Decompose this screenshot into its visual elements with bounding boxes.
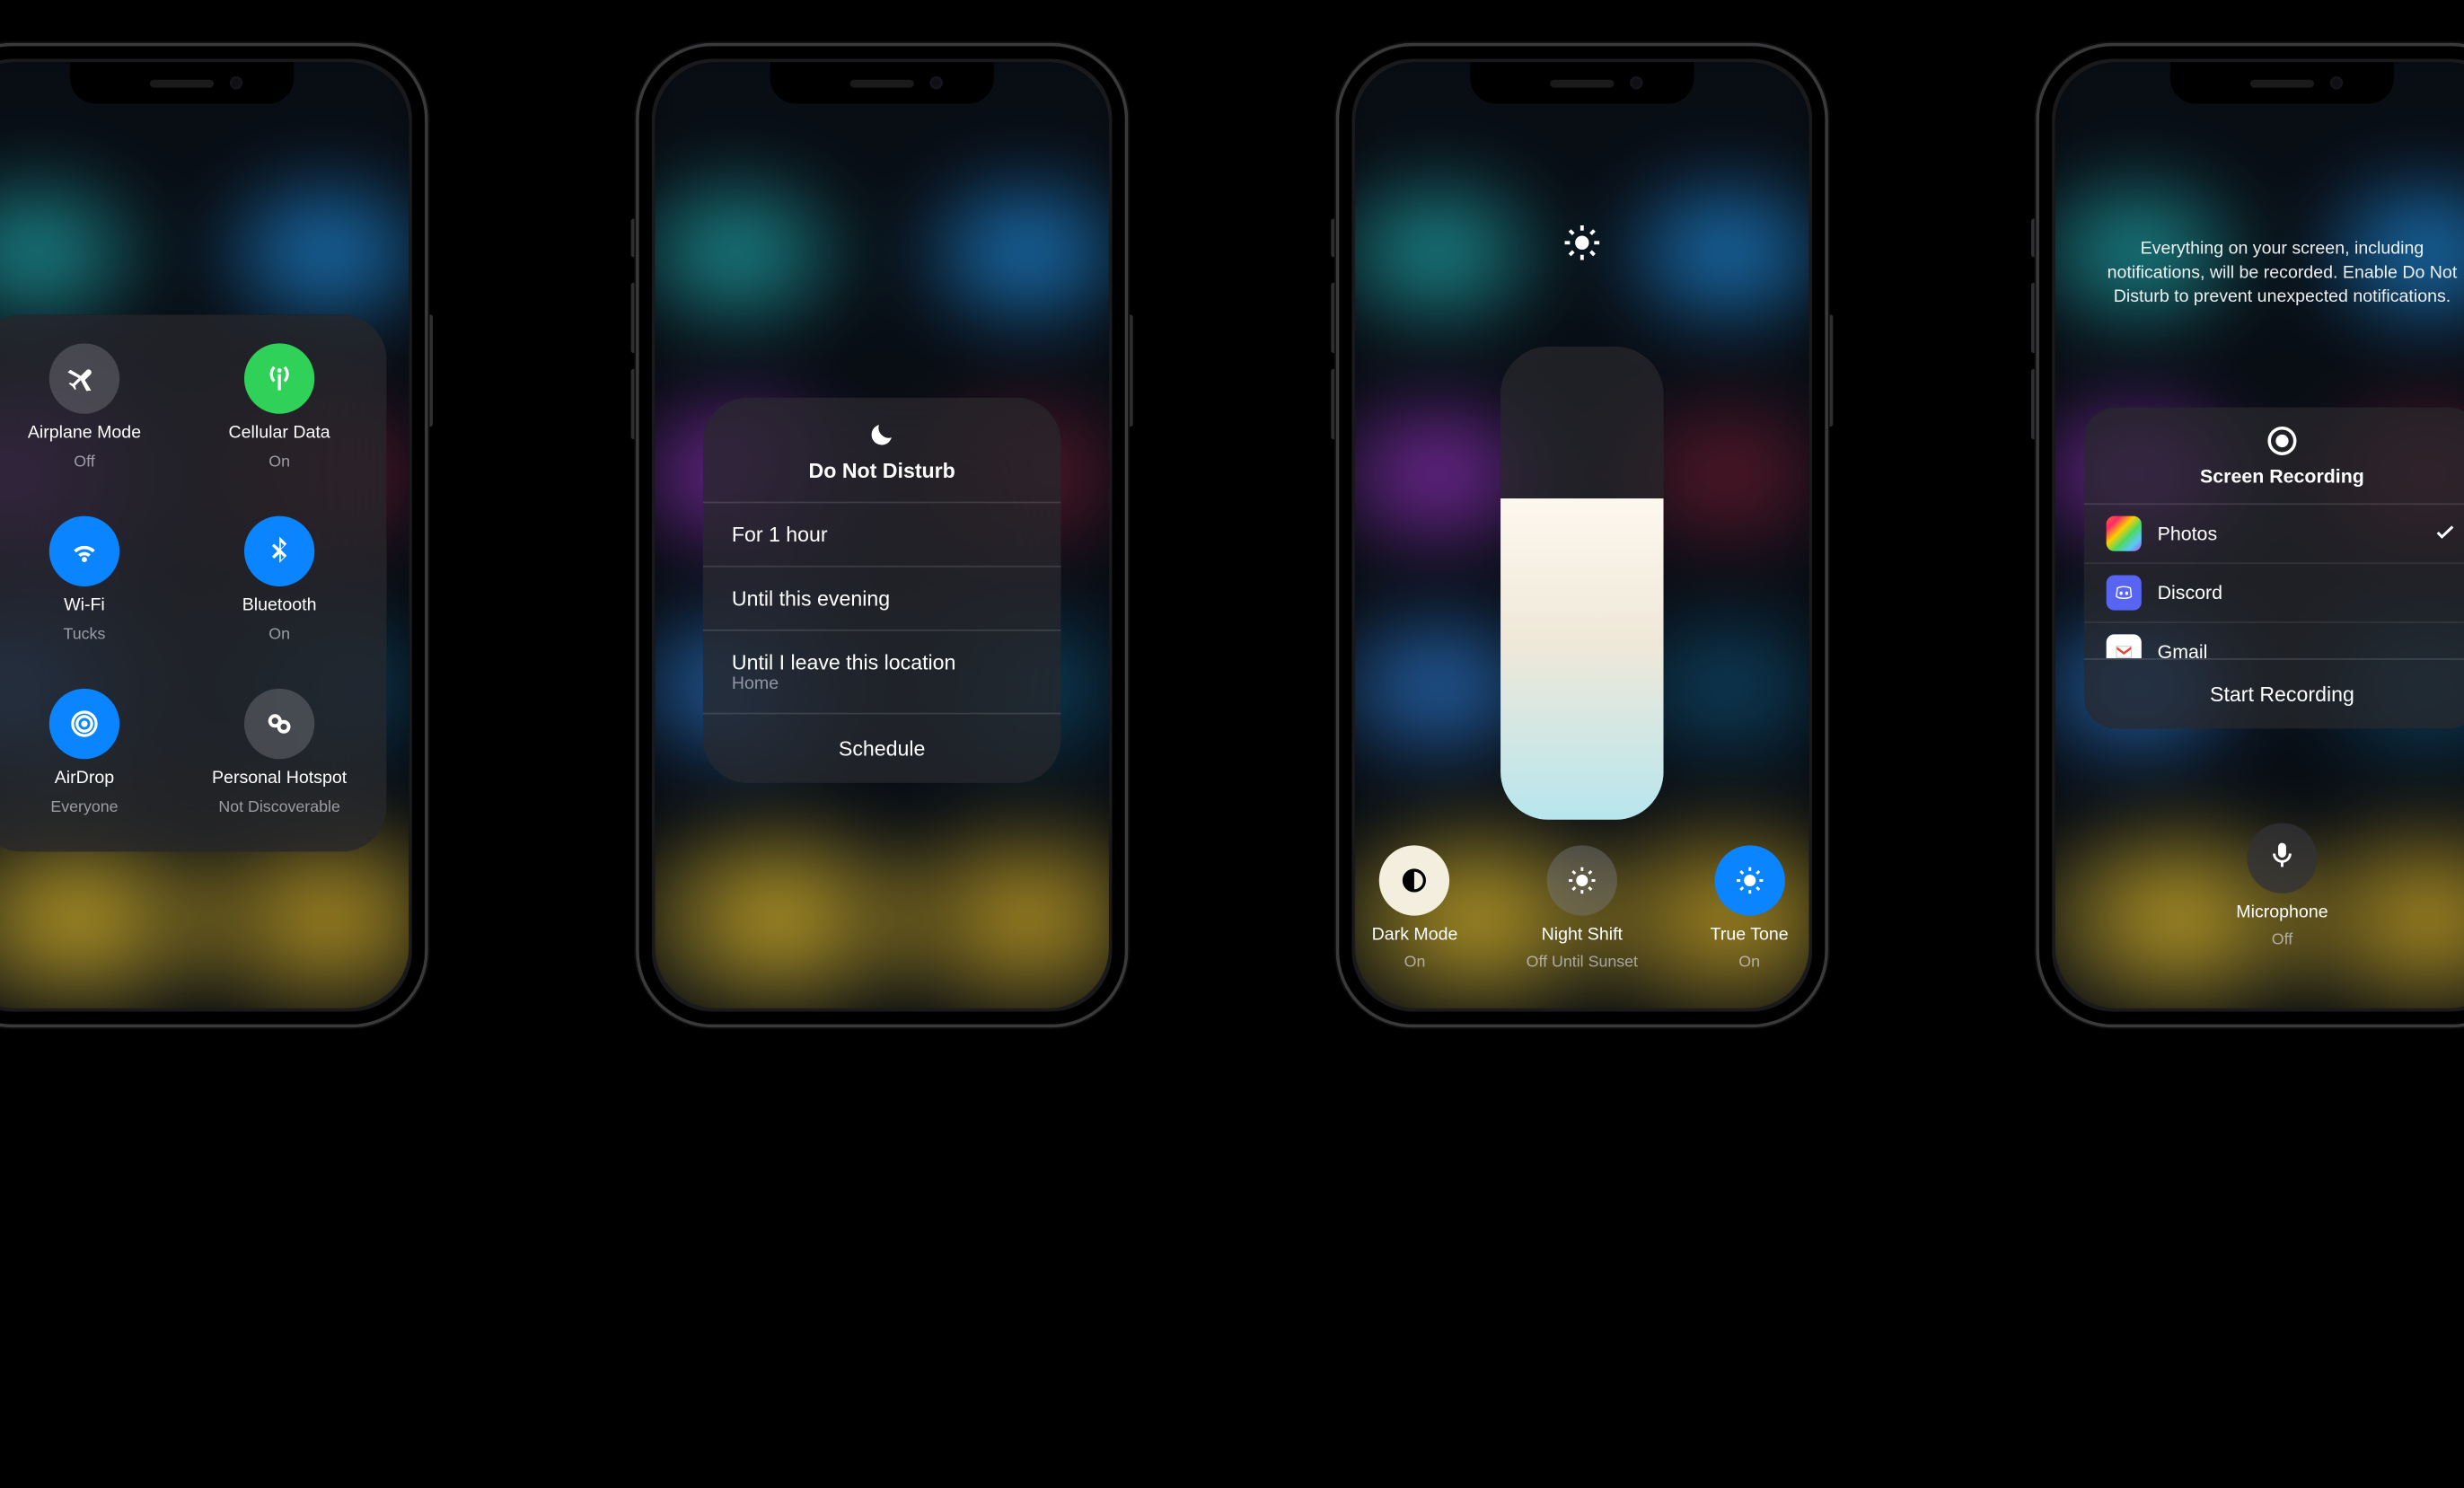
wifi-icon	[49, 516, 119, 586]
hotspot-status: Not Discoverable	[218, 798, 340, 816]
dnd-title: Do Not Disturb	[809, 459, 955, 483]
bluetooth-label: Bluetooth	[242, 596, 317, 617]
phone-connectivity: Airplane Mode Off Cellular Data On	[0, 43, 428, 1027]
phone-brightness: Dark Mode On Night Shift Off Until Sunse…	[1336, 43, 1828, 1027]
wifi-toggle[interactable]: Wi-Fi Tucks	[0, 510, 182, 664]
true-tone-label: True Tone	[1711, 925, 1789, 944]
dark-mode-toggle[interactable]: Dark Mode On	[1355, 845, 1474, 972]
dark-mode-icon	[1379, 845, 1449, 915]
true-tone-status: On	[1738, 954, 1760, 972]
recording-info-text: Everything on your screen, including not…	[2093, 238, 2464, 309]
true-tone-icon	[1714, 845, 1784, 915]
hotspot-icon	[244, 689, 314, 759]
airplane-mode-status: Off	[74, 453, 94, 471]
recording-app-gmail[interactable]: Gmail	[2084, 621, 2464, 658]
phone-screen-recording: Everything on your screen, including not…	[2036, 43, 2464, 1027]
moon-icon	[867, 420, 896, 449]
bluetooth-icon	[244, 516, 314, 586]
recording-title: Screen Recording	[2200, 465, 2364, 488]
microphone-label: Microphone	[2236, 902, 2328, 921]
recording-app-discord[interactable]: Discord	[2084, 562, 2464, 621]
gmail-app-icon	[2107, 634, 2142, 658]
brightness-fill	[1500, 498, 1664, 820]
dnd-option-location[interactable]: Until I leave this location Home	[703, 630, 1061, 713]
discord-app-icon	[2107, 576, 2142, 611]
airplane-mode-toggle[interactable]: Airplane Mode Off	[0, 337, 182, 490]
dnd-option-label: Until this evening	[732, 586, 890, 611]
cellular-data-status: On	[268, 453, 290, 471]
microphone-toggle[interactable]	[2247, 823, 2317, 893]
recording-panel: Screen Recording Photos	[2084, 408, 2464, 729]
phone-dnd: Do Not Disturb For 1 hour Until this eve…	[636, 43, 1128, 1027]
airplane-icon	[49, 343, 119, 413]
dnd-option-1hour[interactable]: For 1 hour	[703, 502, 1061, 566]
recording-app-label: Photos	[2158, 523, 2217, 545]
dark-mode-label: Dark Mode	[1372, 925, 1458, 944]
dnd-option-sub: Home	[732, 674, 1033, 693]
photos-app-icon	[2107, 516, 2142, 551]
checkmark-icon	[2433, 518, 2458, 549]
airdrop-toggle[interactable]: AirDrop Everyone	[0, 682, 182, 836]
recording-app-label: Discord	[2158, 582, 2222, 604]
airplane-mode-label: Airplane Mode	[28, 423, 141, 444]
cellular-data-label: Cellular Data	[229, 423, 330, 444]
dnd-panel: Do Not Disturb For 1 hour Until this eve…	[703, 398, 1061, 783]
night-shift-status: Off Until Sunset	[1527, 954, 1638, 972]
cellular-data-toggle[interactable]: Cellular Data On	[182, 337, 377, 490]
cellular-icon	[244, 343, 314, 413]
microphone-icon	[2266, 838, 2299, 878]
wifi-label: Wi-Fi	[64, 596, 105, 617]
recording-app-list[interactable]: Photos Discord	[2084, 505, 2464, 658]
brightness-slider[interactable]	[1500, 347, 1664, 820]
hotspot-toggle[interactable]: Personal Hotspot Not Discoverable	[182, 682, 377, 836]
microphone-status: Off	[2272, 931, 2292, 949]
start-recording-button[interactable]: Start Recording	[2084, 658, 2464, 728]
dnd-schedule-label: Schedule	[839, 736, 926, 761]
bluetooth-toggle[interactable]: Bluetooth On	[182, 510, 377, 664]
bluetooth-status: On	[268, 626, 290, 644]
start-recording-label: Start Recording	[2210, 682, 2354, 707]
night-shift-icon	[1547, 845, 1617, 915]
dnd-schedule-button[interactable]: Schedule	[703, 713, 1061, 783]
connectivity-panel: Airplane Mode Off Cellular Data On	[0, 314, 386, 851]
night-shift-toggle[interactable]: Night Shift Off Until Sunset	[1522, 845, 1641, 972]
recording-app-photos[interactable]: Photos	[2084, 505, 2464, 562]
airdrop-label: AirDrop	[55, 769, 114, 789]
wifi-network: Tucks	[64, 626, 106, 644]
dnd-option-evening[interactable]: Until this evening	[703, 566, 1061, 630]
sun-icon	[1562, 222, 1603, 271]
dnd-option-label: For 1 hour	[732, 523, 828, 547]
night-shift-label: Night Shift	[1542, 925, 1623, 944]
record-icon	[2267, 427, 2296, 455]
airdrop-icon	[49, 689, 119, 759]
dnd-option-label: Until I leave this location	[732, 650, 1033, 674]
recording-app-label: Gmail	[2158, 640, 2208, 658]
dark-mode-status: On	[1404, 954, 1426, 972]
airdrop-status: Everyone	[50, 798, 118, 816]
true-tone-toggle[interactable]: True Tone On	[1690, 845, 1809, 972]
hotspot-label: Personal Hotspot	[212, 769, 347, 789]
